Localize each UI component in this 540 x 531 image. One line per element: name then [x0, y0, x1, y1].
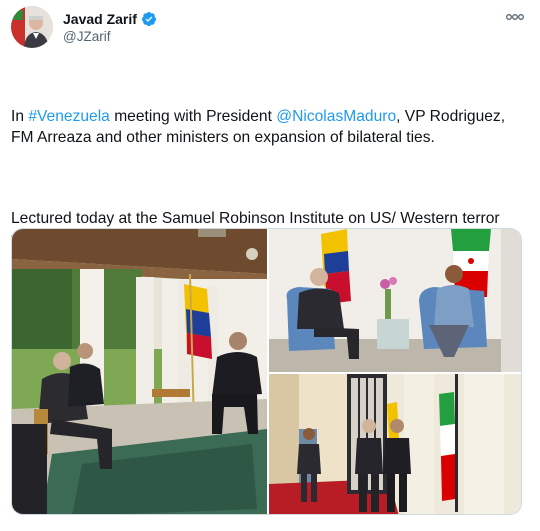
tweet-card: Javad Zarif @JZarif In #Venezuela meetin… [0, 0, 540, 531]
photo-hallway-flags[interactable] [269, 374, 521, 514]
paragraph-1: In #Venezuela meeting with President @Ni… [11, 107, 521, 148]
user-handle[interactable]: @JZarif [63, 29, 110, 44]
text-segment: meeting with President [109, 108, 277, 125]
media-grid [11, 228, 522, 515]
hashtag-link[interactable]: #Venezuela [28, 108, 110, 125]
text-segment: In [11, 108, 29, 125]
mention-link[interactable]: @NicolasMaduro [276, 108, 396, 125]
profile-avatar[interactable] [11, 6, 53, 48]
photo-seated-flags-meeting[interactable] [269, 229, 521, 372]
photo-veranda-meeting[interactable] [12, 229, 267, 514]
verified-badge-icon [141, 12, 156, 27]
more-dots-icon[interactable] [505, 10, 525, 24]
display-name[interactable]: Javad Zarif [63, 11, 137, 27]
